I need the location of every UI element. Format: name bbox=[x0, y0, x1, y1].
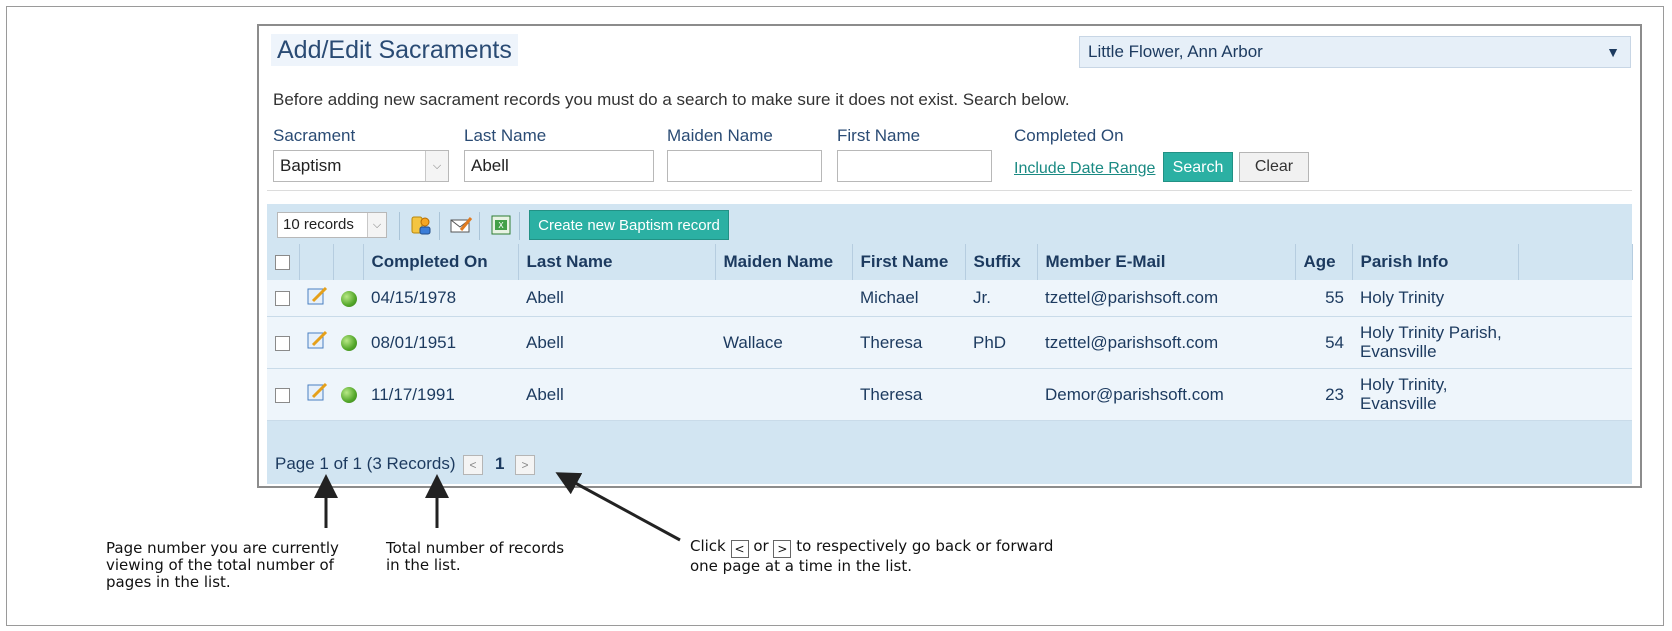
callout-line: in the list. bbox=[386, 556, 461, 574]
chevron-left-icon: < bbox=[730, 540, 749, 558]
callout-line: viewing of the total number of bbox=[106, 556, 334, 574]
arrow-to-page-buttons bbox=[555, 472, 681, 542]
callout-line: pages in the list. bbox=[106, 573, 231, 591]
callout-navigation: Click < or > to respectively go back or … bbox=[690, 538, 1053, 575]
chevron-right-icon: > bbox=[773, 540, 792, 558]
callout-line: one page at a time in the list. bbox=[690, 557, 912, 575]
callout-click-word: Click bbox=[690, 537, 726, 555]
callout-rest: to respectively go back or forward bbox=[796, 537, 1054, 555]
callout-total-records: Total number of records in the list. bbox=[386, 540, 564, 574]
callout-or-word: or bbox=[753, 537, 769, 555]
callout-line: Total number of records bbox=[386, 539, 565, 557]
callout-page-number: Page number you are currently viewing of… bbox=[106, 540, 339, 591]
callout-line: Page number you are currently bbox=[106, 539, 339, 557]
callout-line: Click < or > to respectively go back or … bbox=[690, 538, 1053, 558]
